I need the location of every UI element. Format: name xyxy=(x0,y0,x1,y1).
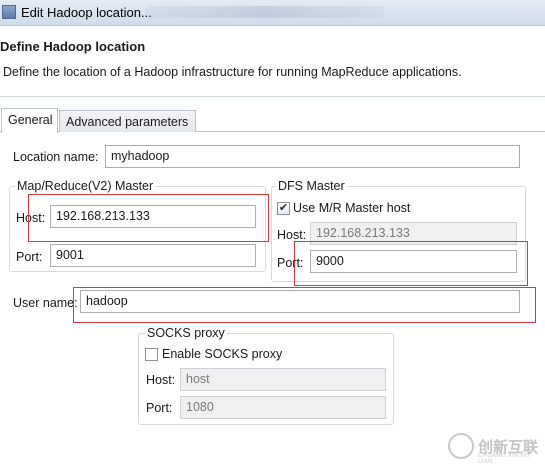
socks-proxy-group-title: SOCKS proxy xyxy=(145,326,227,340)
header-divider xyxy=(0,96,545,97)
highlight-dfs-port xyxy=(294,241,528,286)
watermark-logo-icon xyxy=(448,433,474,459)
socks-host-label: Host: xyxy=(146,373,176,387)
window-title-bar[interactable]: Edit Hadoop location... xyxy=(0,0,545,26)
window-title: Edit Hadoop location... xyxy=(21,5,152,20)
tab-general[interactable]: General xyxy=(1,108,58,133)
dfs-host-label: Host: xyxy=(277,228,307,242)
socks-port-input[interactable]: 1080 xyxy=(180,396,386,419)
dfs-master-group-title: DFS Master xyxy=(276,179,347,193)
highlight-user-name xyxy=(73,287,536,323)
socks-host-input[interactable]: host xyxy=(180,368,386,391)
user-name-label: User name: xyxy=(13,296,78,310)
page-description: Define the location of a Hadoop infrastr… xyxy=(3,65,462,79)
mr-port-input[interactable]: 9001 xyxy=(50,244,256,267)
location-name-label: Location name: xyxy=(13,150,99,164)
use-mr-host-checkbox[interactable]: ✔ xyxy=(277,202,290,215)
enable-socks-checkbox[interactable] xyxy=(145,348,158,361)
watermark-subtext: CHUANG XIN HU LIAN xyxy=(478,453,530,465)
enable-socks-label: Enable SOCKS proxy xyxy=(162,347,283,361)
mr-master-group-title: Map/Reduce(V2) Master xyxy=(15,179,156,193)
highlight-mr-host xyxy=(28,194,269,242)
mr-port-label: Port: xyxy=(16,250,43,264)
wizard-header: Define Hadoop location Define the locati… xyxy=(0,26,545,96)
eclipse-app-icon xyxy=(2,5,16,19)
location-name-input[interactable]: myhadoop xyxy=(105,145,520,168)
socks-port-label: Port: xyxy=(146,401,173,415)
tab-advanced-parameters[interactable]: Advanced parameters xyxy=(59,110,196,132)
use-mr-host-label: Use M/R Master host xyxy=(293,201,411,215)
blurred-title-area xyxy=(145,6,385,18)
page-title: Define Hadoop location xyxy=(0,39,146,54)
